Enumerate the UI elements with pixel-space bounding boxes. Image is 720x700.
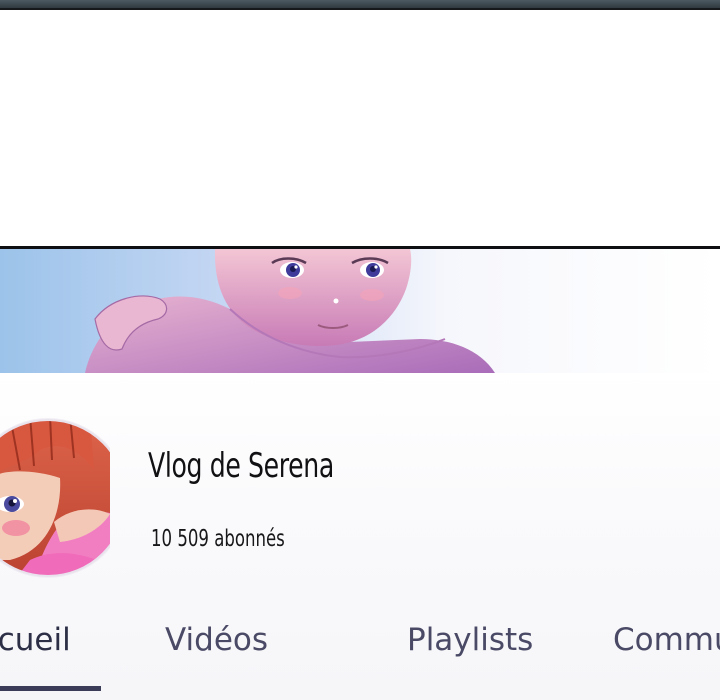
channel-banner [0, 249, 720, 373]
active-tab-indicator [0, 686, 101, 691]
banner-illustration [0, 249, 720, 373]
tab-playlists[interactable]: Playlists [407, 622, 533, 658]
tab-videos[interactable]: Vidéos [165, 622, 268, 658]
tab-home[interactable]: Accueil [0, 622, 71, 658]
tab-community[interactable]: Communauté [613, 622, 720, 658]
channel-name: Vlog de Serena [148, 446, 334, 486]
blank-panel [0, 10, 720, 246]
subscriber-count: 10 509 abonnés [151, 526, 285, 552]
comic-page: Vlog de Serena 10 509 abonnés Accueil Vi… [0, 0, 720, 700]
avatar-illustration [0, 418, 110, 578]
channel-avatar[interactable] [0, 410, 110, 586]
